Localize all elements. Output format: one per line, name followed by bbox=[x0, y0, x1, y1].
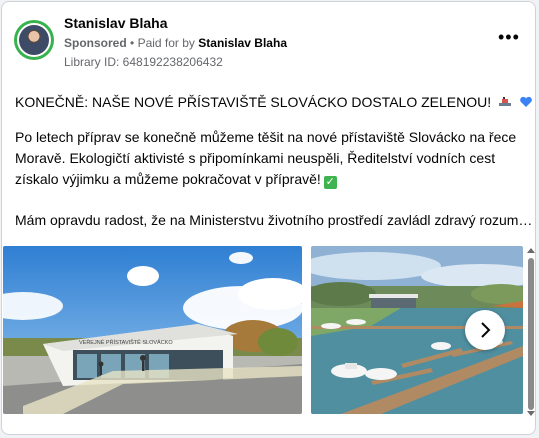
building-sign: VEŘEJNÉ PŘÍSTAVIŠTĚ SLOVÁCKO bbox=[79, 338, 173, 346]
paid-for-name[interactable]: Stanislav Blaha bbox=[198, 36, 287, 50]
sponsored-label: Sponsored bbox=[64, 36, 127, 50]
post-headline: KONEČNĚ: NAŠE NOVÉ PŘÍSTAVIŠTĚ SLOVÁCKO … bbox=[15, 92, 533, 113]
scroll-down-arrow[interactable] bbox=[527, 411, 535, 416]
vertical-scrollbar[interactable] bbox=[526, 246, 535, 418]
sponsor-line: Sponsored • Paid for by Stanislav Blaha bbox=[64, 36, 287, 50]
ad-post-card: Stanislav Blaha Sponsored • Paid for by … bbox=[1, 1, 536, 435]
blue-heart-emoji-icon bbox=[520, 96, 532, 107]
harbor-building-image[interactable]: VEŘEJNÉ PŘÍSTAVIŠTĚ SLOVÁCKO bbox=[3, 246, 302, 414]
check-mark-emoji-icon: ✓ bbox=[323, 176, 337, 189]
ship-emoji-icon bbox=[499, 97, 511, 106]
post-paragraph-truncated[interactable]: Mám opravdu radost, že na Ministerstvu ž… bbox=[15, 210, 532, 231]
next-image-button[interactable] bbox=[465, 310, 505, 350]
paid-for-prefix: Paid for by bbox=[137, 36, 195, 50]
chevron-right-icon bbox=[481, 322, 491, 338]
more-options-icon[interactable]: ••• bbox=[498, 28, 520, 46]
scrollbar-thumb[interactable] bbox=[528, 258, 534, 410]
scroll-up-arrow[interactable] bbox=[527, 248, 535, 253]
avatar[interactable] bbox=[14, 20, 54, 60]
library-id: Library ID: 648192238206432 bbox=[64, 55, 223, 69]
author-name[interactable]: Stanislav Blaha bbox=[64, 15, 168, 31]
post-paragraph: Po letech příprav se konečně můžeme těši… bbox=[15, 129, 517, 189]
